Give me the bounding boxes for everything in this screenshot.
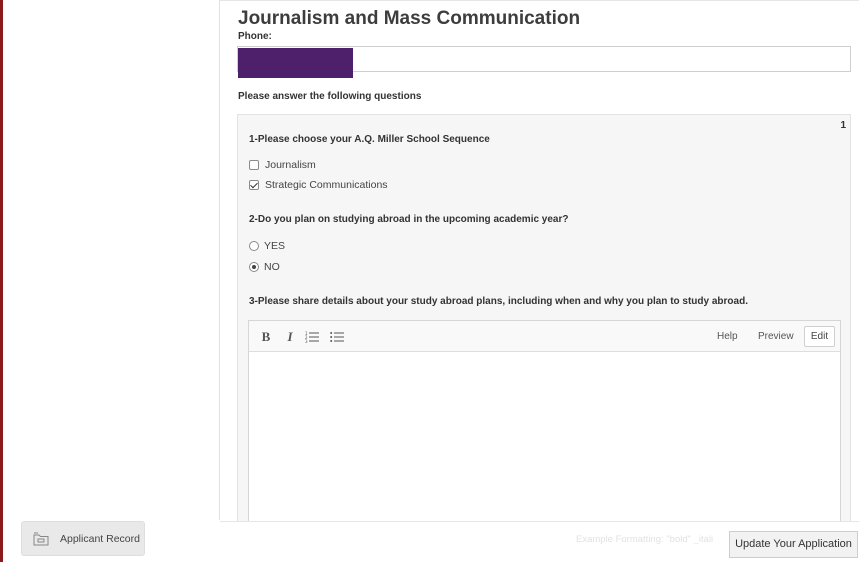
- yes-label: YES: [264, 240, 286, 252]
- option-journalism[interactable]: Journalism: [249, 159, 316, 171]
- no-label: NO: [264, 261, 280, 273]
- svg-text:3: 3: [305, 339, 308, 343]
- question-1-title: 1-Please choose your A.Q. Miller School …: [249, 134, 490, 145]
- sidebar-divider: [219, 0, 220, 520]
- option-yes[interactable]: YES: [249, 240, 285, 252]
- preview-tab[interactable]: Preview: [758, 321, 794, 352]
- bold-icon[interactable]: B: [259, 321, 273, 352]
- question-3-title: 3-Please share details about your study …: [249, 296, 748, 307]
- strategic-communications-checkbox[interactable]: [249, 180, 259, 190]
- applicant-record-button[interactable]: Applicant Record: [21, 521, 145, 556]
- phone-redaction: [238, 48, 353, 78]
- questions-heading: Please answer the following questions: [238, 91, 422, 102]
- left-accent-rule: [0, 0, 3, 562]
- option-no[interactable]: NO: [249, 261, 280, 273]
- journalism-label: Journalism: [265, 159, 316, 171]
- phone-label: Phone:: [238, 31, 272, 42]
- italic-icon[interactable]: I: [283, 321, 297, 352]
- edit-tab[interactable]: Edit: [804, 326, 835, 347]
- questions-panel: 1 1-Please choose your A.Q. Miller Schoo…: [237, 114, 851, 536]
- footer-bar: Example Formatting: "bold" _itali Update…: [220, 521, 859, 562]
- page-title: Journalism and Mass Communication: [238, 8, 581, 29]
- markdown-editor: B I 1 2 3 Help Preview Edit: [248, 320, 841, 536]
- strategic-communications-label: Strategic Communications: [265, 179, 388, 191]
- yes-radio[interactable]: [249, 241, 259, 251]
- unordered-list-icon[interactable]: [329, 321, 345, 352]
- option-strategic-communications[interactable]: Strategic Communications: [249, 179, 388, 191]
- update-application-button[interactable]: Update Your Application: [729, 531, 858, 558]
- journalism-checkbox[interactable]: [249, 160, 259, 170]
- editor-toolbar: B I 1 2 3 Help Preview Edit: [249, 321, 840, 352]
- top-divider: [220, 0, 859, 1]
- study-abroad-details-textarea[interactable]: [249, 352, 840, 536]
- applicant-record-label: Applicant Record: [60, 532, 140, 545]
- folder-record-icon: [33, 531, 49, 547]
- help-link[interactable]: Help: [717, 321, 738, 352]
- ordered-list-icon[interactable]: 1 2 3: [304, 321, 320, 352]
- formatting-hint: Example Formatting: "bold" _itali: [576, 534, 714, 545]
- question-2-title: 2-Do you plan on studying abroad in the …: [249, 214, 569, 225]
- panel-number: 1: [840, 120, 846, 131]
- no-radio[interactable]: [249, 262, 259, 272]
